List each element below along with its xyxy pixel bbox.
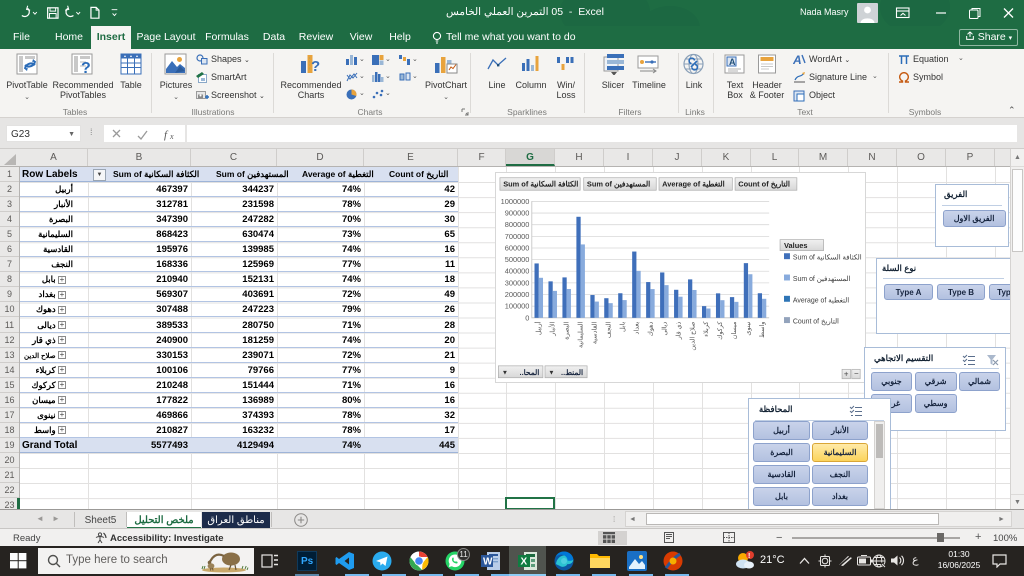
svg-text:600000: 600000 <box>505 243 530 252</box>
svg-text:بابل: بابل <box>619 321 626 332</box>
svg-text:..المنط: ..المنط <box>561 368 583 377</box>
svg-text:A: A <box>793 53 802 65</box>
svg-text:كركوك: كركوك <box>717 322 724 340</box>
svg-text:100000: 100000 <box>505 302 530 311</box>
svg-text:Sum of المستهدفين: Sum of المستهدفين <box>587 180 650 189</box>
svg-text:بغداد: بغداد <box>633 321 640 334</box>
svg-text:Values: Values <box>784 241 807 250</box>
svg-text:السليمانية: السليمانية <box>578 321 585 348</box>
svg-text:أربيل: أربيل <box>534 321 543 335</box>
svg-text:Sum of الكثافة السكانية: Sum of الكثافة السكانية <box>503 180 578 189</box>
svg-text:!: ! <box>748 553 750 560</box>
svg-text:ديالى: ديالى <box>661 321 668 335</box>
svg-text:النجف: النجف <box>605 321 612 338</box>
svg-text:نينوى: نينوى <box>745 321 752 335</box>
svg-text:900000: 900000 <box>505 209 530 218</box>
svg-text:▼: ▼ <box>548 370 554 377</box>
svg-text:?: ? <box>311 58 320 75</box>
svg-text:A: A <box>729 57 736 67</box>
svg-text:700000: 700000 <box>505 232 530 241</box>
svg-text:1000000: 1000000 <box>501 197 530 206</box>
svg-text:200000: 200000 <box>505 290 530 299</box>
svg-text:+: + <box>844 370 849 379</box>
svg-text:ذي قار: ذي قار <box>675 321 682 340</box>
svg-text:Average of التغطية: Average of التغطية <box>662 180 724 189</box>
svg-text:صلاح الدين: صلاح الدين <box>689 322 696 351</box>
svg-text:?: ? <box>81 60 91 75</box>
svg-text:f: f <box>164 129 169 141</box>
svg-text:800000: 800000 <box>505 220 530 229</box>
svg-text:Count of التاريخ: Count of التاريخ <box>738 180 790 189</box>
svg-text:Sum of المستهدفين: Sum of المستهدفين <box>793 275 851 283</box>
svg-text:▼: ▼ <box>502 370 508 377</box>
svg-text:دهوك: دهوك <box>647 321 654 336</box>
svg-text:Count of التاريخ: Count of التاريخ <box>793 318 839 326</box>
svg-text:واسط: واسط <box>759 322 766 338</box>
svg-text:كربلاء: كربلاء <box>703 322 710 337</box>
svg-text:W: W <box>483 557 493 568</box>
svg-text:−: − <box>854 369 859 378</box>
svg-text:..المحا: ..المحا <box>520 368 540 377</box>
svg-text:Sum of الكثافة السكانية: Sum of الكثافة السكانية <box>793 254 862 262</box>
svg-text:400000: 400000 <box>505 267 530 276</box>
svg-text:القادسية: القادسية <box>592 321 599 344</box>
svg-text:ميسان: ميسان <box>731 322 738 340</box>
svg-text:X: X <box>521 557 528 568</box>
svg-text:x: x <box>169 132 174 141</box>
svg-text:500000: 500000 <box>505 255 530 264</box>
svg-text:Average of التغطية: Average of التغطية <box>793 296 849 304</box>
svg-text:300000: 300000 <box>505 278 530 287</box>
svg-text:0: 0 <box>525 313 529 322</box>
svg-text:الأنبار: الأنبار <box>548 321 557 336</box>
svg-text:البصرة: البصرة <box>564 321 571 339</box>
